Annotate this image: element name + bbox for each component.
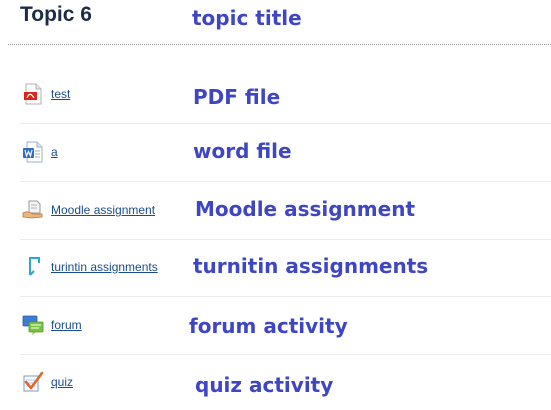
annotation-pdf-file: PDF file (193, 85, 281, 109)
section-title: Topic 6 (20, 3, 92, 26)
assignment-icon (22, 199, 44, 221)
activity-item-forum: forum (22, 313, 82, 337)
row-separator (20, 181, 551, 182)
activity-link-turintin-assignments[interactable]: turintin assignments (51, 260, 158, 274)
activity-link-moodle-assignment[interactable]: Moodle assignment (51, 203, 155, 217)
section-divider (8, 44, 551, 45)
activity-link-forum[interactable]: forum (51, 318, 82, 332)
activity-item-turintin-assignments: turintin assignments (22, 255, 158, 279)
activity-item-a: a (22, 140, 58, 164)
activity-item-test: test (22, 82, 70, 106)
annotation-topic-title: topic title (192, 6, 302, 30)
row-separator (20, 296, 551, 297)
annotation-forum-activity: forum activity (189, 314, 348, 338)
annotation-word-file: word file (193, 139, 292, 163)
pdf-icon (22, 83, 44, 105)
annotation-turnitin-assignments: turnitin assignments (193, 254, 429, 278)
word-document-icon (22, 141, 44, 163)
activity-link-quiz[interactable]: quiz (51, 375, 73, 389)
row-separator (20, 123, 551, 124)
row-separator (20, 354, 551, 355)
quiz-icon (22, 371, 44, 393)
row-separator (20, 239, 551, 240)
turnitin-icon (22, 256, 44, 278)
activity-link-a[interactable]: a (51, 145, 58, 159)
activity-item-moodle-assignment: Moodle assignment (22, 198, 155, 222)
annotation-moodle-assignment: Moodle assignment (195, 197, 415, 221)
forum-icon (22, 314, 44, 336)
activity-link-test[interactable]: test (51, 87, 70, 101)
activity-item-quiz: quiz (22, 370, 73, 394)
annotation-quiz-activity: quiz activity (195, 373, 334, 397)
